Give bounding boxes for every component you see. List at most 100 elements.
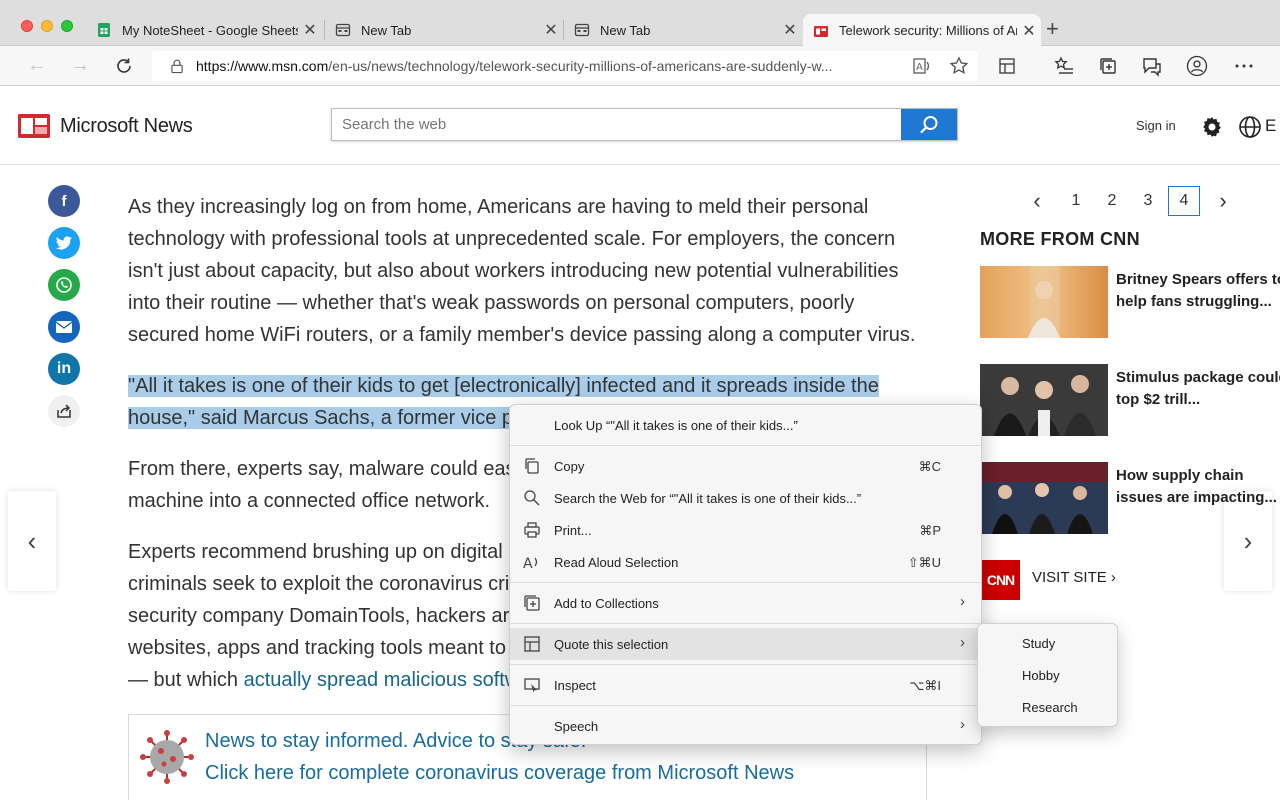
story-title: Britney Spears offers to help fans strugg… [1116, 271, 1280, 310]
chevron-right-icon: › [960, 634, 965, 651]
story-card[interactable]: How supply chain issues are impacting... [980, 462, 1280, 534]
menu-item-search-web[interactable]: Search the Web for “"All it takes is one… [510, 482, 981, 514]
malicious-software-link[interactable]: actually spread malicious softw [244, 669, 520, 691]
menu-item-read-aloud[interactable]: A Read Aloud Selection ⇧⌘U [510, 546, 981, 578]
tab-title: Telework security: Millions of Americans [839, 23, 1017, 38]
close-icon[interactable]: ✕ [539, 20, 563, 40]
close-icon[interactable]: ✕ [298, 20, 322, 40]
selected-text-line[interactable]: "All it takes is one of their kids to ge… [128, 375, 879, 397]
menu-item-copy[interactable]: Copy ⌘C [510, 450, 981, 482]
new-tab-icon [335, 23, 351, 37]
article-text-line: From there, experts say, malware could e… [128, 458, 521, 480]
sign-in-link[interactable]: Sign in [1136, 118, 1176, 133]
site-search [331, 108, 958, 141]
tab-new-tab-2[interactable]: New Tab ✕ [564, 14, 802, 46]
twitter-share-icon[interactable] [48, 227, 80, 259]
tab-google-sheets[interactable]: My NoteSheet - Google Sheets ✕ [86, 14, 322, 46]
previous-article-arrow[interactable]: ‹ [8, 491, 56, 591]
microsoft-news-logo-icon [18, 114, 50, 138]
minimize-window-button[interactable] [41, 20, 53, 32]
language-label[interactable]: E [1265, 116, 1276, 136]
pager-page-2[interactable]: 2 [1097, 186, 1127, 216]
collections-icon [524, 595, 540, 611]
globe-icon[interactable] [1238, 115, 1262, 139]
google-sheets-icon [98, 23, 110, 37]
search-button[interactable] [901, 109, 957, 140]
msn-news-icon [814, 25, 828, 37]
story-card[interactable]: Britney Spears offers to help fans strugg… [980, 266, 1280, 338]
pager-prev-icon[interactable]: ‹ [1022, 186, 1052, 216]
feedback-icon[interactable] [1141, 55, 1163, 77]
pager-next-icon[interactable]: › [1208, 186, 1238, 216]
share-icon[interactable] [48, 395, 80, 427]
zoom-window-button[interactable] [61, 20, 73, 32]
facebook-share-icon[interactable]: f [48, 185, 80, 217]
menu-item-inspect[interactable]: Inspect ⌥⌘I [510, 669, 981, 701]
more-options-icon[interactable] [1233, 55, 1255, 77]
chevron-right-icon: › [1110, 569, 1116, 586]
pager-page-3[interactable]: 3 [1133, 186, 1163, 216]
favorites-list-icon[interactable] [1053, 55, 1075, 77]
whatsapp-share-icon[interactable] [48, 269, 80, 301]
read-aloud-icon[interactable]: A [911, 55, 933, 77]
search-input[interactable] [332, 109, 901, 140]
article-text-line: criminals seek to exploit the coronaviru… [128, 573, 510, 595]
close-icon[interactable]: ✕ [1017, 21, 1041, 41]
url-path: /en-us/news/technology/telework-security… [328, 58, 833, 74]
story-thumbnail [980, 462, 1108, 534]
story-title: How supply chain issues are impacting... [1116, 467, 1277, 506]
refresh-icon[interactable] [113, 55, 135, 77]
article-text-line: Experts recommend brushing up on digital [128, 541, 503, 563]
tab-new-tab-1[interactable]: New Tab ✕ [325, 14, 563, 46]
lock-icon [171, 59, 183, 74]
tab-telework-security[interactable]: Telework security: Millions of Americans… [803, 14, 1041, 47]
tab-title: New Tab [361, 22, 412, 38]
menu-item-print[interactable]: Print... ⌘P [510, 514, 981, 546]
tab-title: My NoteSheet - Google Sheets [122, 22, 298, 38]
twitter-bird-icon [56, 236, 72, 250]
pager-page-4-current[interactable]: 4 [1168, 186, 1200, 216]
story-card[interactable]: Stimulus package could top $2 trill... [980, 364, 1280, 436]
gear-icon[interactable] [1200, 115, 1224, 139]
printer-icon [524, 522, 540, 538]
url-field[interactable]: https://www.msn.com/en-us/news/technolog… [152, 51, 978, 81]
menu-item-add-to-collections[interactable]: Add to Collections › [510, 587, 981, 619]
svg-text:A: A [523, 556, 533, 571]
close-icon[interactable]: ✕ [778, 20, 802, 40]
email-share-icon[interactable] [48, 311, 80, 343]
context-menu: Look Up “"All it takes is one of their k… [509, 404, 982, 745]
brand-logo-link[interactable]: Microsoft News [18, 114, 193, 138]
quote-extension-icon[interactable] [996, 55, 1018, 77]
coronavirus-icon [140, 730, 194, 784]
article-partial-line [128, 150, 828, 164]
share-arrow-icon [57, 404, 71, 418]
collections-icon[interactable] [1097, 55, 1119, 77]
favorite-star-icon[interactable] [948, 55, 970, 77]
address-bar-row: ← → https://www.msn.com/en-us/news/techn… [0, 46, 1280, 86]
back-arrow-icon[interactable]: ← [27, 54, 47, 76]
promo-link[interactable]: Click here for complete coronavirus cove… [205, 762, 794, 785]
new-tab-button[interactable]: + [1046, 18, 1059, 40]
url-host: https://www.msn.com [196, 58, 329, 74]
profile-avatar-icon[interactable] [1186, 55, 1208, 77]
submenu-item-hobby[interactable]: Hobby [978, 660, 1117, 692]
article-text-line: websites, apps and tracking tools meant … [128, 637, 506, 659]
chevron-right-icon: › [960, 716, 965, 733]
search-icon [920, 115, 938, 133]
submenu-item-study[interactable]: Study [978, 628, 1117, 660]
cnn-logo[interactable]: CNN [981, 560, 1020, 600]
close-window-button[interactable] [21, 20, 33, 32]
pager-page-1[interactable]: 1 [1061, 186, 1091, 216]
quote-submenu: Study Hobby Research [977, 623, 1118, 727]
submenu-item-research[interactable]: Research [978, 692, 1117, 724]
linkedin-share-icon[interactable]: in [48, 353, 80, 385]
selected-text-line[interactable]: house," said Marcus Sachs, a former vice… [128, 407, 520, 429]
copy-icon [525, 458, 539, 474]
menu-item-speech[interactable]: Speech › [510, 710, 981, 742]
brand-name: Microsoft News [60, 114, 193, 137]
menu-item-look-up[interactable]: Look Up “"All it takes is one of their k… [510, 409, 981, 441]
visit-site-link[interactable]: VISIT SITE › [1032, 569, 1116, 586]
forward-arrow-icon[interactable]: → [70, 54, 90, 76]
envelope-icon [55, 321, 73, 333]
menu-item-quote-selection[interactable]: Quote this selection › [510, 628, 981, 660]
